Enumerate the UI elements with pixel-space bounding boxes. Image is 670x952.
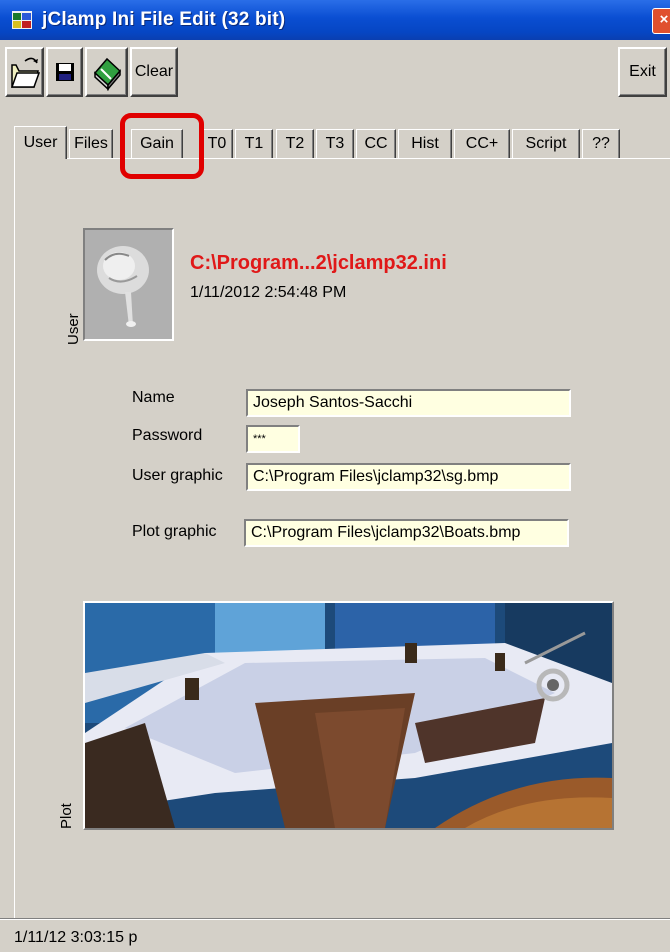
save-button[interactable]: [46, 47, 83, 97]
close-icon: ×: [659, 11, 669, 28]
panel-border: [14, 159, 15, 919]
user-graphic-label: User graphic: [132, 467, 223, 484]
plot-graphic-label: Plot graphic: [132, 523, 217, 540]
ini-file-date: 1/11/2012 2:54:48 PM: [190, 284, 347, 301]
tab-t0[interactable]: T0: [201, 129, 233, 158]
name-field[interactable]: Joseph Santos-Sacchi: [246, 389, 571, 417]
user-vertical-label: User: [65, 313, 82, 345]
user-graphic-image: [83, 228, 174, 341]
eraser-icon: [93, 57, 122, 92]
user-graphic-field[interactable]: C:\Program Files\jclamp32\sg.bmp: [246, 463, 571, 491]
tab-divider: [14, 158, 670, 159]
toolbar: Clear Exit: [5, 47, 670, 103]
tab-cc[interactable]: CC: [356, 129, 396, 158]
clear-button[interactable]: Clear: [130, 47, 178, 97]
password-label: Password: [132, 427, 203, 444]
plot-graphic-image: [83, 601, 614, 830]
window-title: jClamp Ini File Edit (32 bit): [42, 9, 286, 30]
open-button[interactable]: [5, 47, 44, 97]
gain-tab-highlight: [120, 113, 204, 179]
tab-hist[interactable]: Hist: [398, 129, 452, 158]
tab-files[interactable]: Files: [69, 129, 113, 158]
ini-file-path: C:\Program...2\jclamp32.ini: [190, 252, 447, 274]
tab-cc-plus[interactable]: CC+: [454, 129, 510, 158]
title-bar[interactable]: jClamp Ini File Edit (32 bit) ×: [0, 0, 670, 40]
save-disk-icon: [56, 63, 74, 81]
exit-button[interactable]: Exit: [618, 47, 667, 97]
tab-t2[interactable]: T2: [276, 129, 314, 158]
clear-label: Clear: [134, 63, 174, 80]
tab-user[interactable]: User: [14, 126, 67, 159]
tab-script[interactable]: Script: [512, 129, 580, 158]
password-field[interactable]: ***: [246, 425, 300, 453]
close-button[interactable]: ×: [652, 8, 670, 34]
name-label: Name: [132, 389, 175, 406]
exit-label: Exit: [629, 63, 656, 80]
status-timestamp: 1/11/12 3:03:15 p: [14, 929, 138, 946]
plot-vertical-label: Plot: [58, 803, 75, 829]
plot-graphic-field[interactable]: C:\Program Files\jclamp32\Boats.bmp: [244, 519, 569, 547]
open-folder-icon: [10, 57, 41, 88]
tab-strip: User Files Gain T0 T1 T2 T3 CC Hist CC+ …: [14, 126, 670, 159]
status-bar: 1/11/12 3:03:15 p: [0, 918, 670, 952]
app-icon: [12, 11, 32, 29]
tab-t3[interactable]: T3: [316, 129, 354, 158]
app-window: jClamp Ini File Edit (32 bit) × Clear Ex…: [0, 0, 670, 952]
tab-help[interactable]: ??: [582, 129, 620, 158]
tab-t1[interactable]: T1: [235, 129, 273, 158]
edit-tool-button[interactable]: [85, 47, 128, 97]
